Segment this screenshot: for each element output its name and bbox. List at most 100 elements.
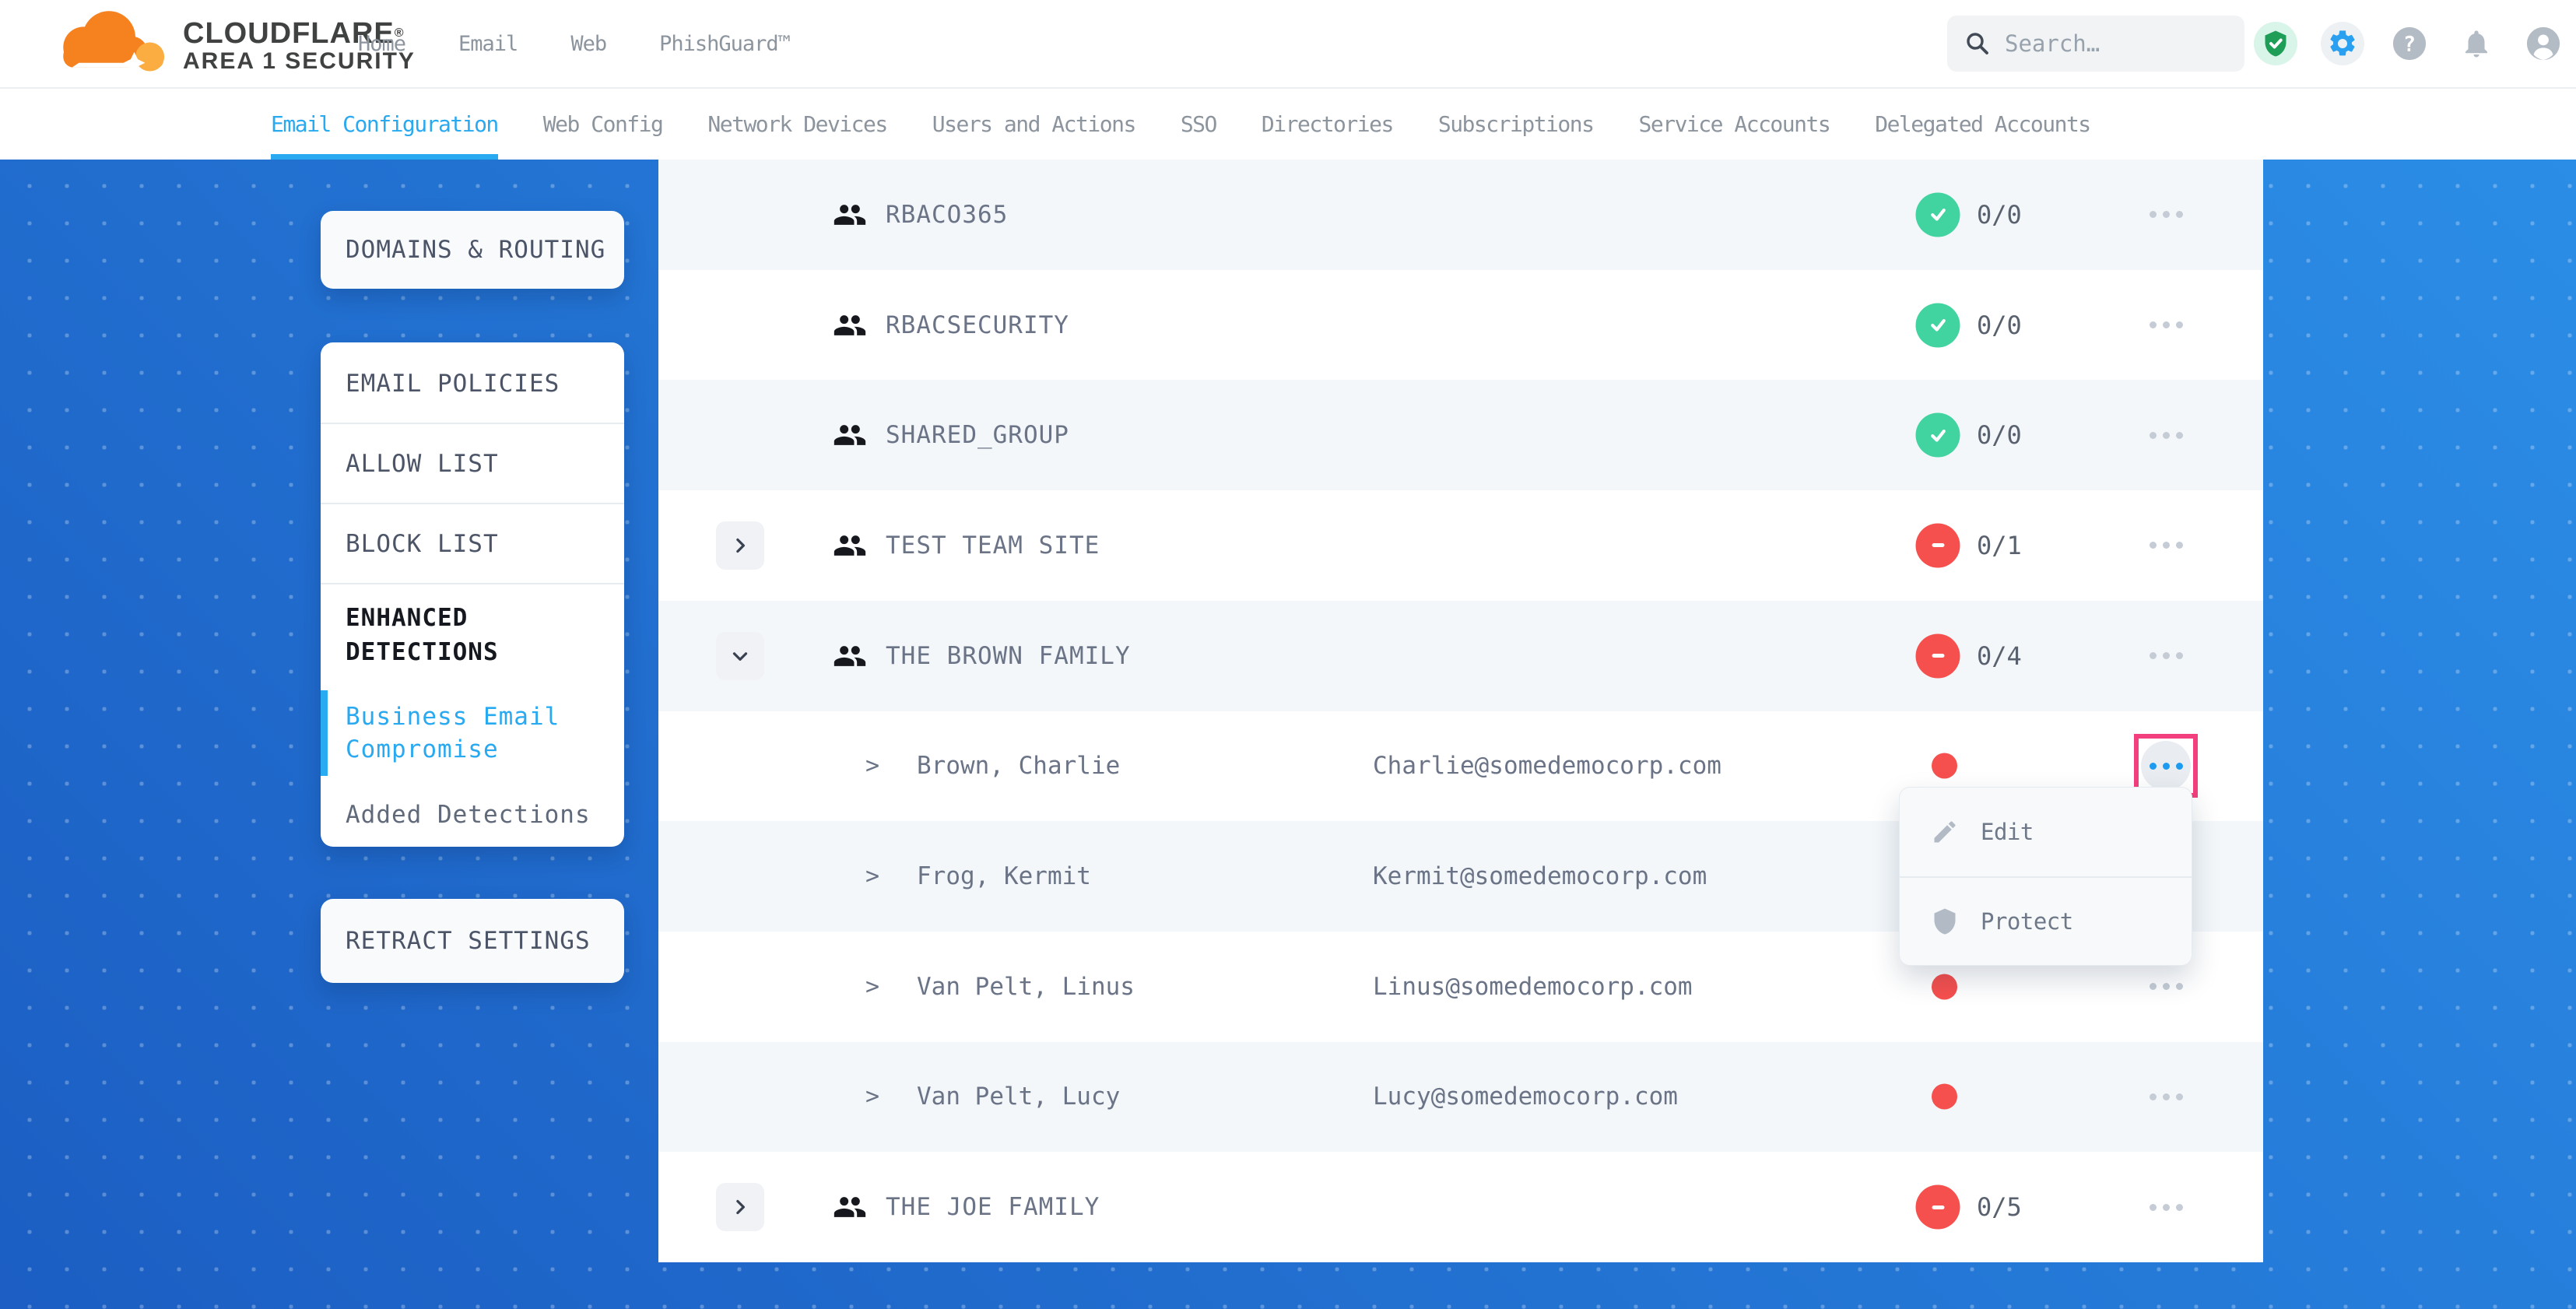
help-icon[interactable]: ? [2388, 22, 2431, 65]
shield-icon [1931, 907, 1959, 935]
group-icon [833, 639, 867, 673]
ellipsis-dot [2150, 321, 2157, 328]
ellipsis-dot [2163, 1204, 2170, 1211]
avatar-icon [2525, 26, 2561, 61]
row-actions-button[interactable] [2141, 631, 2191, 681]
pencil-icon [1931, 818, 1959, 846]
collapse-group-button[interactable] [716, 632, 764, 680]
sidebar-item-retract-settings[interactable]: RETRACT SETTINGS [321, 899, 624, 983]
ellipsis-dot [2163, 211, 2170, 218]
header-nav-web[interactable]: Web [570, 32, 606, 56]
member-email: Kermit@somedemocorp.com [1373, 862, 1707, 890]
gear-icon [2327, 28, 2358, 59]
protection-count: 0/0 [1977, 200, 2022, 230]
ellipsis-dot [2163, 1093, 2170, 1100]
row-actions-button[interactable] [2141, 410, 2191, 460]
cloudflare-cloud-icon [43, 6, 175, 81]
ellipsis-dot [2176, 763, 2183, 770]
avatar-icon[interactable] [2522, 22, 2565, 65]
sidebar-item-domains-routing[interactable]: DOMAINS & ROUTING [321, 211, 624, 289]
shield-check-icon[interactable] [2254, 22, 2297, 65]
area1-security-app: CLOUDFLARE® AREA 1 SECURITY HomeEmailWeb… [0, 0, 2576, 1309]
menu-item-edit[interactable]: Edit [1900, 788, 2192, 876]
ellipsis-dot [2150, 1093, 2157, 1100]
tab-directories[interactable]: Directories [1262, 89, 1393, 160]
member-email: Linus@somedemocorp.com [1373, 973, 1693, 1001]
ellipsis-dot [2163, 983, 2170, 990]
group-icon [833, 1190, 867, 1224]
member-name: Van Pelt, Lucy [917, 1083, 1120, 1111]
minus-icon [1926, 644, 1950, 668]
sidebar-item-block-list[interactable]: BLOCK LIST [321, 504, 624, 584]
search-input[interactable] [2003, 30, 2221, 58]
ellipsis-dot [2163, 321, 2170, 328]
ellipsis-dot [2150, 211, 2157, 218]
tab-email-configuration[interactable]: Email Configuration [271, 89, 498, 160]
menu-item-protect[interactable]: Protect [1900, 876, 2192, 965]
table-row-group: THE BROWN FAMILY0/4 [658, 601, 2263, 711]
member-name: Van Pelt, Linus [917, 973, 1135, 1001]
table-row-group: TEST TEAM SITE0/1 [658, 490, 2263, 601]
protection-count: 0/0 [1977, 420, 2022, 450]
group-name: THE BROWN FAMILY [886, 642, 1131, 670]
shield-check-icon [2262, 30, 2290, 58]
expand-group-button[interactable] [716, 521, 764, 570]
row-actions-button[interactable] [2141, 1182, 2191, 1232]
ellipsis-dot [2150, 542, 2157, 549]
status-blocked-icon [1916, 633, 1960, 678]
tab-service-accounts[interactable]: Service Accounts [1639, 89, 1830, 160]
gear-icon[interactable] [2321, 22, 2364, 65]
ellipsis-dot [2176, 652, 2183, 659]
sidebar-item-added-detections[interactable]: Added Detections [321, 781, 624, 849]
expand-group-button[interactable] [716, 1183, 764, 1231]
member-caret: > [865, 863, 879, 890]
header-nav: Home Email Web PhishGuard™ [358, 0, 790, 87]
tab-subscriptions[interactable]: Subscriptions [1438, 89, 1594, 160]
group-name: THE JOE FAMILY [886, 1193, 1100, 1221]
sidebar-item-email-policies[interactable]: EMAIL POLICIES [321, 344, 624, 424]
chevron-down-icon [728, 644, 752, 668]
row-actions-button[interactable] [2141, 190, 2191, 240]
tab-sso[interactable]: SSO [1181, 89, 1216, 160]
sidebar-item-label: EMAIL POLICIES [346, 370, 560, 398]
row-actions-button[interactable] [2141, 521, 2191, 570]
tab-web-config[interactable]: Web Config [543, 89, 663, 160]
status-flagged-dot [1932, 753, 1957, 779]
status-blocked-icon [1916, 523, 1960, 567]
sidebar-item-label: ALLOW LIST [346, 450, 499, 478]
tab-network-devices[interactable]: Network Devices [707, 89, 886, 160]
table-row-group: RBACSECURITY0/0 [658, 270, 2263, 381]
ellipsis-dot [2163, 432, 2170, 439]
protection-count: 0/1 [1977, 531, 2022, 560]
member-email: Lucy@somedemocorp.com [1373, 1083, 1678, 1111]
row-actions-button[interactable] [2141, 741, 2191, 791]
header-nav-phishguard-[interactable]: PhishGuard™ [659, 32, 790, 56]
row-actions-button[interactable] [2141, 1072, 2191, 1121]
status-flagged-dot [1932, 1084, 1957, 1110]
sidebar-item-label: Added Detections [346, 801, 591, 829]
group-icon [833, 198, 867, 232]
tab-delegated-accounts[interactable]: Delegated Accounts [1875, 89, 2090, 160]
tab-users-and-actions[interactable]: Users and Actions [932, 89, 1135, 160]
sidebar-item-business-email-compromise[interactable]: Business Email Compromise [321, 686, 624, 781]
ellipsis-dot [2176, 542, 2183, 549]
check-icon [1925, 312, 1951, 339]
row-actions-button[interactable] [2141, 962, 2191, 1012]
sidebar-item-enhanced-detections: ENHANCED DETECTIONS [321, 584, 624, 686]
status-ok-icon [1916, 413, 1960, 458]
sidebar-item-allow-list[interactable]: ALLOW LIST [321, 424, 624, 504]
header-nav-email[interactable]: Email [458, 32, 518, 56]
ellipsis-dot [2176, 983, 2183, 990]
group-icon [833, 418, 867, 452]
bell-icon[interactable] [2455, 22, 2498, 65]
member-name: Brown, Charlie [917, 752, 1120, 780]
header-nav-home[interactable]: Home [358, 32, 405, 56]
row-actions-button[interactable] [2141, 300, 2191, 350]
table-row-group: RBACO3650/0 [658, 160, 2263, 270]
table-row-group: THE JOE FAMILY0/5 [658, 1152, 2263, 1262]
group-icon [833, 308, 867, 342]
group-name: SHARED_GROUP [886, 421, 1069, 449]
sidebar-item-label: BLOCK LIST [346, 530, 499, 558]
ellipsis-dot [2176, 321, 2183, 328]
member-caret: > [865, 753, 879, 780]
